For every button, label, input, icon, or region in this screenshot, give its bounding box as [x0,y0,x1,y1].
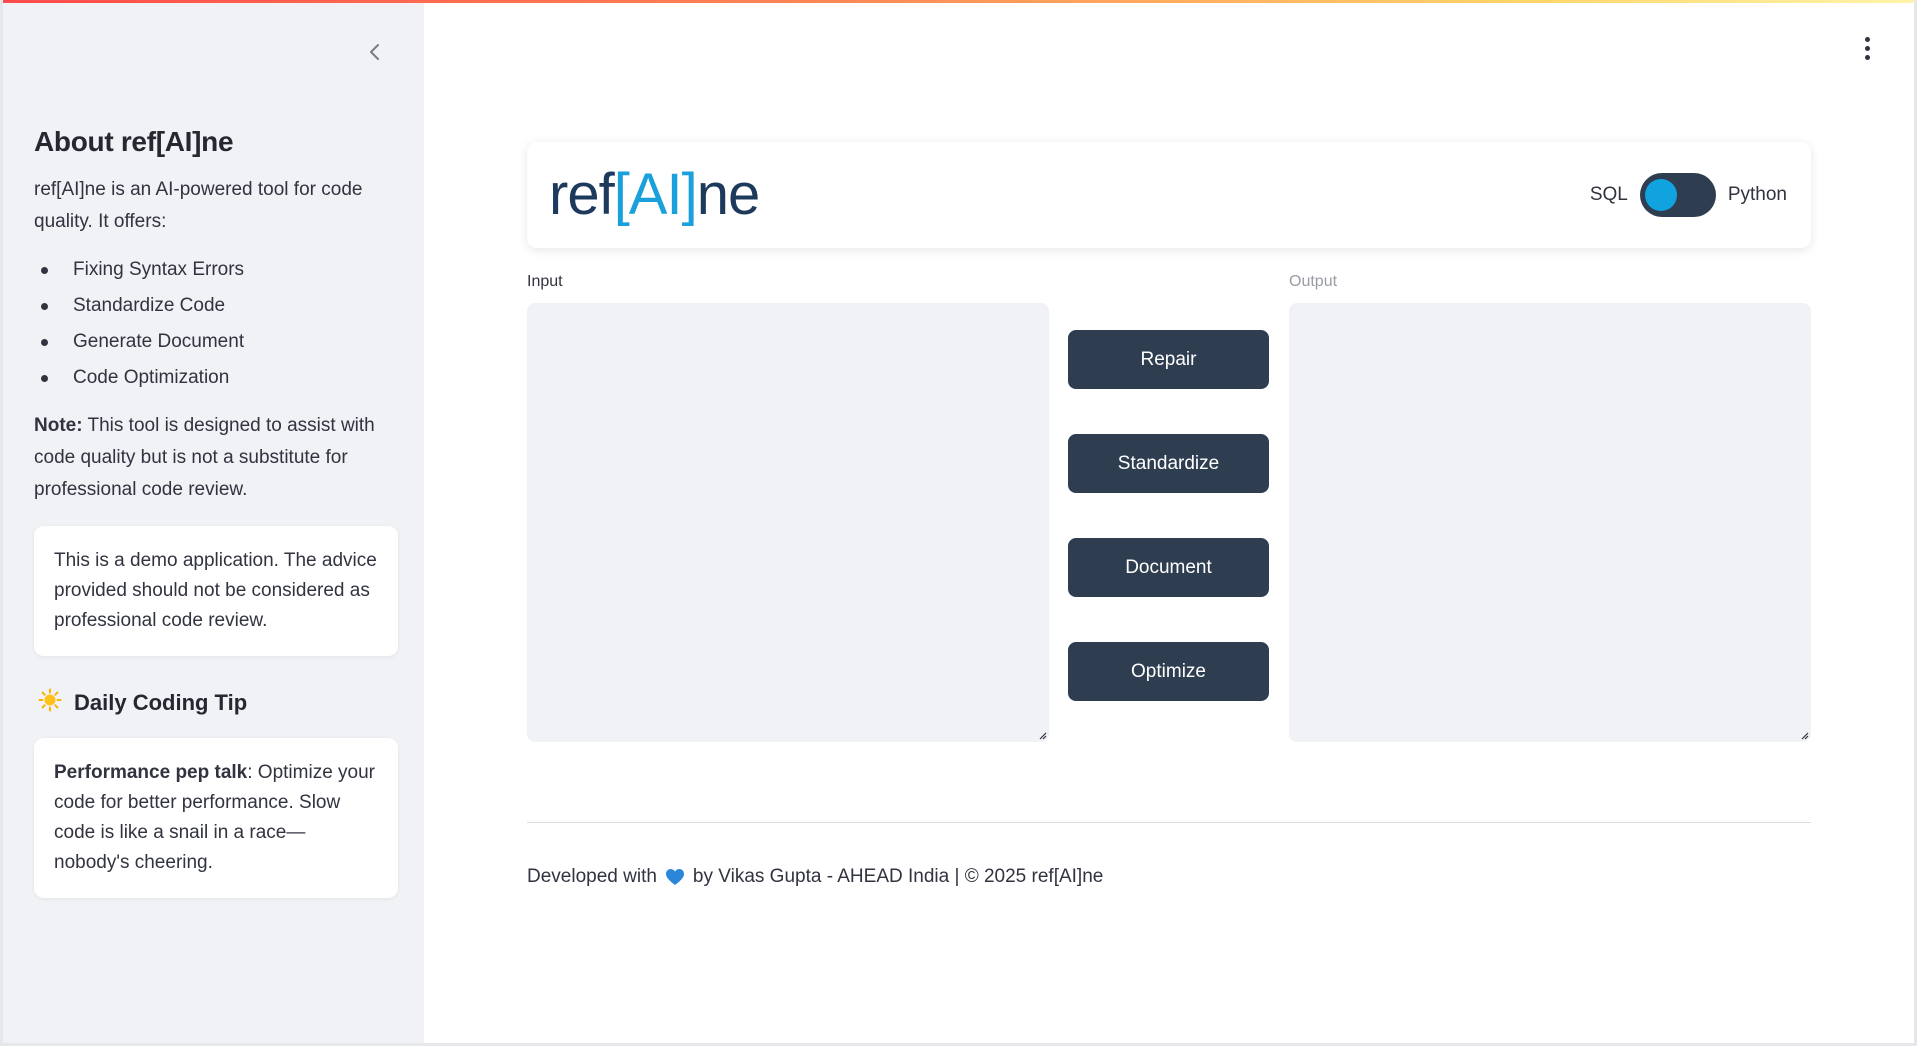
resize-grip-icon[interactable] [1799,730,1809,740]
resize-grip-icon[interactable] [1037,730,1047,740]
feature-item: Fixing Syntax Errors [34,252,398,288]
header-card: ref[AI]ne SQL Python [527,142,1811,248]
collapse-sidebar-button[interactable] [361,38,389,66]
kebab-dot [1864,45,1870,51]
footer-divider [527,822,1811,823]
sun-icon [38,688,62,718]
sidebar-note: Note: This tool is designed to assist wi… [34,410,398,506]
repair-button[interactable]: Repair [1068,330,1269,389]
switch-knob [1644,179,1677,211]
note-text: This tool is designed to assist with cod… [34,415,375,500]
disclaimer-card: This is a demo application. The advice p… [34,526,398,656]
footer-prefix: Developed with [527,866,657,887]
kebab-dot [1864,36,1870,42]
document-button[interactable]: Document [1068,538,1269,597]
tip-label: Performance pep talk [54,762,248,783]
footer-suffix: by Vikas Gupta - AHEAD India | © 2025 re… [692,866,1104,887]
output-textarea[interactable] [1289,303,1811,742]
app-logo: ref[AI]ne [549,160,761,230]
language-toggle: SQL Python [1590,172,1787,218]
input-textarea[interactable] [527,303,1049,742]
tip-card: Performance pep talk: Optimize your code… [34,738,398,898]
logo-prefix: ref [549,162,615,227]
tip-heading: Daily Coding Tip [34,688,398,718]
note-label: Note: [34,415,83,436]
feature-item: Generate Document [34,324,398,360]
logo-suffix: ne [696,162,761,227]
kebab-dot [1864,54,1870,60]
logo-accent: [AI] [613,162,698,227]
top-decoration-stripe [3,0,1914,3]
input-label: Input [527,273,563,290]
feature-item: Standardize Code [34,288,398,324]
output-label: Output [1289,273,1338,290]
feature-item: Code Optimization [34,360,398,396]
feature-list: Fixing Syntax Errors Standardize Code Ge… [34,252,398,396]
app-window: About ref[AI]ne ref[AI]ne is an AI-power… [0,0,1917,1046]
sidebar-title: About ref[AI]ne [34,126,234,157]
toggle-label-python: Python [1727,184,1787,205]
disclaimer-text: This is a demo application. The advice p… [54,550,377,631]
language-switch[interactable] [1639,173,1716,217]
optimize-button[interactable]: Optimize [1068,642,1269,701]
footer: Developed with by Vikas Gupta - AHEAD In… [527,866,1103,888]
sidebar: About ref[AI]ne ref[AI]ne is an AI-power… [3,0,424,1043]
chevron-left-icon [370,44,379,60]
blue-heart-icon [665,868,685,886]
sidebar-intro: ref[AI]ne is an AI-powered tool for code… [34,179,363,232]
main-menu-button[interactable] [1855,32,1879,64]
sidebar-content: About ref[AI]ne ref[AI]ne is an AI-power… [34,126,398,898]
tip-heading-text: Daily Coding Tip [74,690,248,715]
standardize-button[interactable]: Standardize [1068,434,1269,493]
toggle-label-sql: SQL [1589,184,1628,205]
